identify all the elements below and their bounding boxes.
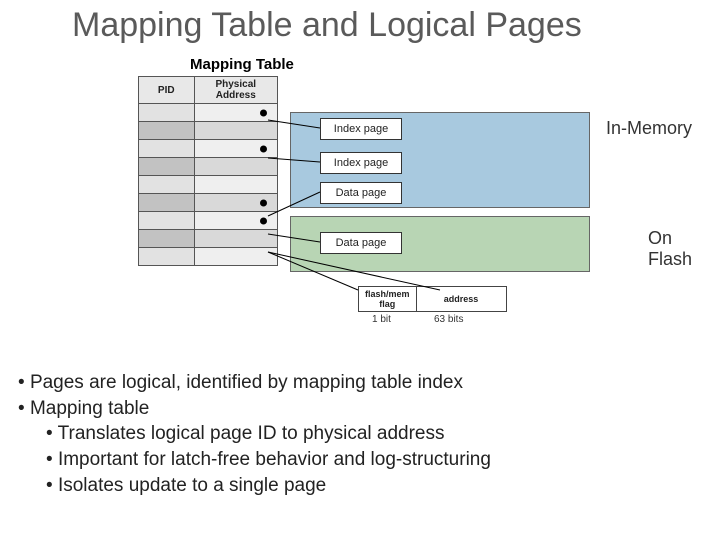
pointer-dot	[260, 145, 267, 152]
index-page-box: Index page	[320, 118, 402, 140]
slide-title: Mapping Table and Logical Pages	[72, 6, 582, 45]
index-page-box: Index page	[320, 152, 402, 174]
pointer-dot	[260, 199, 267, 206]
flash-region-label: On Flash	[648, 228, 692, 270]
bullet-item: Pages are logical, identified by mapping…	[18, 370, 708, 396]
bullet-subitem: Translates logical page ID to physical a…	[18, 421, 708, 447]
bullet-list: Pages are logical, identified by mapping…	[18, 370, 708, 498]
flag-cell: flash/mem flag	[359, 287, 417, 312]
data-page-box: Data page	[320, 232, 402, 254]
bullet-subitem: Isolates update to a single page	[18, 473, 708, 499]
address-bits-label: 63 bits	[434, 314, 463, 325]
data-page-box: Data page	[320, 182, 402, 204]
col-pid: PID	[139, 77, 195, 104]
pointer-dot	[260, 109, 267, 116]
mapping-table-label: Mapping Table	[190, 56, 294, 73]
col-physical-address: Physical Address	[194, 77, 277, 104]
mapping-table-grid: PID Physical Address	[138, 76, 278, 266]
address-format-table: flash/mem flag address	[358, 286, 507, 312]
address-cell: address	[416, 287, 506, 312]
flag-bits-label: 1 bit	[372, 314, 391, 325]
memory-region-label: In-Memory	[606, 118, 692, 139]
pointer-dot	[260, 217, 267, 224]
bullet-subitem: Important for latch-free behavior and lo…	[18, 447, 708, 473]
bullet-item: Mapping table	[18, 396, 708, 422]
